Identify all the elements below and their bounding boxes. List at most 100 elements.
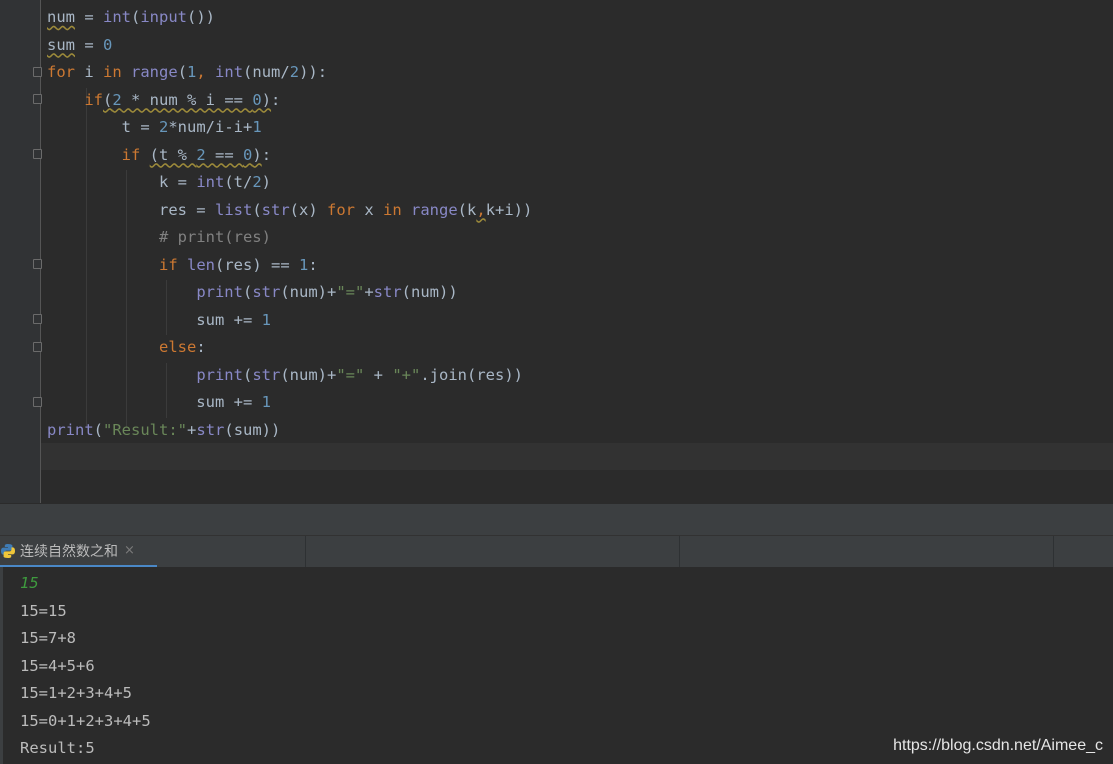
code-token: 2 bbox=[158, 118, 169, 136]
editor-footer-bar bbox=[0, 503, 1113, 536]
code-line[interactable]: if(2 * num % i == 0): bbox=[47, 87, 532, 115]
code-token: (res) == bbox=[215, 255, 299, 274]
code-line[interactable]: print(str(num)+"="+str(num)) bbox=[47, 279, 532, 307]
code-token: .join(res)) bbox=[420, 365, 523, 384]
run-tab[interactable]: 连续自然数之和 × bbox=[0, 536, 157, 568]
code-token: str bbox=[196, 420, 225, 439]
fold-marker-if-outer[interactable] bbox=[33, 94, 42, 104]
code-token: 2 bbox=[196, 145, 206, 164]
code-token: ()) bbox=[187, 8, 216, 26]
code-token: (k bbox=[457, 200, 477, 219]
code-line[interactable]: k = int(t/2) bbox=[47, 169, 532, 197]
code-token: list bbox=[214, 200, 253, 219]
code-token: i bbox=[75, 63, 103, 81]
code-token: for bbox=[47, 63, 75, 81]
code-token: str bbox=[261, 200, 290, 219]
code-token: else bbox=[158, 338, 197, 356]
code-token: sum += bbox=[47, 310, 262, 329]
code-line[interactable]: num = int(input()) bbox=[47, 4, 532, 32]
code-token: = bbox=[75, 35, 103, 54]
fold-marker-if-len[interactable] bbox=[33, 259, 42, 269]
console-line: 15=0+1+2+3+4+5 bbox=[20, 711, 151, 730]
code-token: input bbox=[140, 8, 188, 26]
code-token: range bbox=[131, 63, 178, 81]
code-token: # print(res) bbox=[158, 228, 271, 246]
editor-gutter bbox=[0, 0, 42, 503]
code-line[interactable]: sum += 1 bbox=[47, 307, 532, 335]
code-token: str bbox=[252, 365, 281, 384]
code-line[interactable]: else: bbox=[47, 334, 532, 362]
code-token: + bbox=[364, 365, 393, 384]
code-lines[interactable]: num = int(input()) sum = 0 for i in range(… bbox=[47, 4, 532, 444]
code-token: if bbox=[84, 90, 103, 109]
code-line[interactable]: sum += 1 bbox=[47, 389, 532, 417]
code-token: int bbox=[196, 173, 225, 191]
code-token: = bbox=[75, 8, 103, 26]
code-token: print bbox=[196, 283, 243, 301]
code-line[interactable]: sum = 0 bbox=[47, 32, 532, 60]
code-token: "=" bbox=[336, 283, 365, 301]
code-line[interactable]: t = 2*num/i-i+1 bbox=[47, 114, 532, 142]
code-token: ) bbox=[261, 90, 272, 109]
python-icon bbox=[0, 543, 16, 559]
code-token: : bbox=[308, 255, 318, 274]
code-token: ( bbox=[93, 420, 104, 439]
code-line[interactable]: print("Result:"+str(sum)) bbox=[47, 417, 532, 445]
code-token: ( bbox=[242, 283, 253, 301]
close-icon[interactable]: × bbox=[124, 543, 135, 558]
code-token: : bbox=[261, 145, 272, 164]
code-token: ( bbox=[103, 90, 113, 109]
code-token: , bbox=[196, 63, 216, 81]
code-line[interactable]: if (t % 2 == 0): bbox=[47, 142, 532, 170]
tab-divider bbox=[305, 536, 306, 568]
code-token: * num % i == bbox=[121, 90, 253, 109]
code-token: == bbox=[205, 145, 244, 164]
code-token: sum += bbox=[47, 393, 262, 411]
code-token: (x) bbox=[289, 200, 327, 219]
fold-marker-else[interactable] bbox=[33, 342, 42, 352]
console-output: 15 15=15 15=7+8 15=4+5+6 15=1+2+3+4+5 15… bbox=[20, 570, 151, 763]
run-tab-bar: 连续自然数之和 × bbox=[0, 535, 1113, 568]
code-line[interactable]: # print(res) bbox=[47, 224, 532, 252]
code-token: 2 bbox=[289, 63, 300, 81]
fold-marker-if-inner[interactable] bbox=[33, 149, 42, 159]
console-line: 15=15 bbox=[20, 601, 67, 620]
code-token: "Result:" bbox=[103, 420, 188, 439]
code-token: (num/ bbox=[243, 63, 290, 81]
code-token: t = bbox=[47, 118, 159, 136]
console-input-echo: 15 bbox=[20, 574, 39, 592]
fold-marker-end-else[interactable] bbox=[33, 397, 42, 407]
code-token: + bbox=[187, 420, 197, 439]
code-line[interactable]: print(str(num)+"=" + "+".join(res)) bbox=[47, 362, 532, 390]
code-token: k+i)) bbox=[485, 200, 533, 219]
code-token: (t % bbox=[149, 145, 197, 164]
code-token: if bbox=[121, 145, 141, 164]
code-token: 1 bbox=[261, 393, 271, 411]
code-line[interactable]: res = list(str(x) for x in range(k,k+i)) bbox=[47, 197, 532, 225]
fold-marker-for[interactable] bbox=[33, 67, 42, 77]
watermark: https://blog.csdn.net/Aimee_c bbox=[893, 737, 1103, 754]
code-token: if bbox=[158, 255, 178, 274]
run-console[interactable]: 15 15=15 15=7+8 15=4+5+6 15=1+2+3+4+5 15… bbox=[0, 567, 1113, 764]
code-token: ( bbox=[131, 8, 141, 26]
code-token: int bbox=[215, 63, 244, 81]
code-token: in bbox=[382, 200, 402, 219]
code-token: 0 bbox=[243, 145, 253, 164]
fold-marker-end-if[interactable] bbox=[33, 314, 42, 324]
code-token: ( bbox=[252, 200, 262, 219]
code-line[interactable]: if len(res) == 1: bbox=[47, 252, 532, 280]
code-editor[interactable]: num = int(input()) sum = 0 for i in range(… bbox=[0, 0, 1113, 503]
code-token: 2 bbox=[112, 90, 122, 109]
code-token: )): bbox=[299, 63, 328, 81]
code-line[interactable]: for i in range(1, int(num/2)): bbox=[47, 59, 532, 87]
code-token: len bbox=[187, 255, 215, 274]
